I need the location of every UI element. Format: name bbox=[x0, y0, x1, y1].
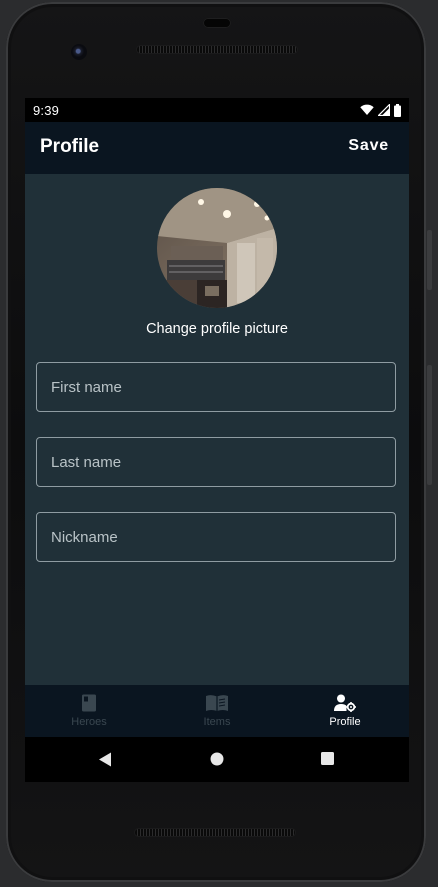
nav-item-items[interactable]: Items bbox=[153, 685, 281, 737]
system-navigation-bar bbox=[25, 737, 409, 782]
home-circle-icon[interactable] bbox=[210, 752, 224, 766]
profile-picture[interactable] bbox=[157, 188, 277, 308]
screen: 9:39 Profile Save Change profile picture… bbox=[25, 98, 409, 782]
status-bar: 9:39 bbox=[25, 98, 409, 122]
nav-label-profile: Profile bbox=[329, 716, 361, 728]
nav-item-heroes[interactable]: Heroes bbox=[25, 685, 153, 737]
first-name-field[interactable] bbox=[36, 362, 396, 412]
bottom-navigation: Heroes Items Profile bbox=[25, 685, 409, 737]
last-name-field[interactable] bbox=[36, 437, 396, 487]
recents-square-icon[interactable] bbox=[321, 752, 334, 765]
first-name-input[interactable] bbox=[37, 363, 395, 411]
front-camera bbox=[71, 44, 87, 60]
back-triangle-icon[interactable] bbox=[98, 752, 112, 767]
save-button[interactable]: Save bbox=[348, 137, 389, 155]
last-name-input[interactable] bbox=[37, 438, 395, 486]
status-time: 9:39 bbox=[33, 103, 60, 118]
bottom-speaker bbox=[135, 829, 295, 836]
app-bar: Profile Save bbox=[25, 122, 409, 174]
nickname-input[interactable] bbox=[37, 513, 395, 561]
volume-button bbox=[427, 230, 432, 290]
page-title: Profile bbox=[40, 136, 100, 157]
battery-icon bbox=[394, 103, 401, 117]
profile-content: Change profile picture bbox=[25, 174, 409, 685]
change-profile-picture-link[interactable]: Change profile picture bbox=[25, 321, 409, 337]
nav-item-profile[interactable]: Profile bbox=[281, 685, 409, 737]
signal-icon bbox=[378, 104, 390, 116]
nav-label-heroes: Heroes bbox=[71, 716, 107, 728]
nav-label-items: Items bbox=[203, 716, 231, 728]
power-button bbox=[427, 365, 432, 485]
wifi-icon bbox=[360, 104, 374, 115]
status-icons bbox=[360, 103, 401, 117]
earpiece-speaker bbox=[137, 46, 297, 53]
book-icon bbox=[82, 694, 96, 712]
person-settings-icon bbox=[334, 694, 356, 712]
open-book-icon bbox=[206, 695, 228, 711]
profile-photo-image bbox=[157, 188, 277, 308]
nickname-field[interactable] bbox=[36, 512, 396, 562]
top-sensor bbox=[203, 18, 231, 28]
